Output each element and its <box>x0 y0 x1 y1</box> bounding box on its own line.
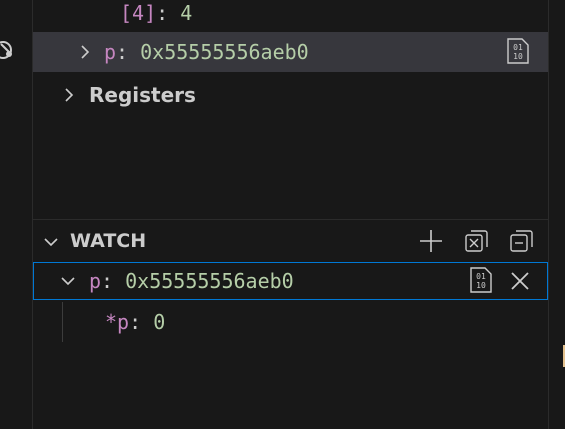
watch-expression-value: 0x55555556aeb0 <box>125 269 294 293</box>
variable-separator: : <box>156 1 181 25</box>
variable-value: 4 <box>180 1 193 25</box>
run-debug-icon[interactable] <box>0 38 14 62</box>
registers-row[interactable]: Registers <box>33 76 548 114</box>
variable-row-index-4[interactable]: [4]: 4 <box>120 0 192 26</box>
editor-edge <box>548 0 565 429</box>
section-divider <box>33 219 548 220</box>
binary-view-icon[interactable]: 01 10 <box>506 38 530 64</box>
chevron-down-icon[interactable] <box>43 234 59 250</box>
collapse-all-icon[interactable] <box>464 228 490 254</box>
svg-text:10: 10 <box>513 52 523 61</box>
registers-label: Registers <box>89 83 196 107</box>
svg-text:01: 01 <box>513 43 523 52</box>
svg-text:01: 01 <box>476 272 486 281</box>
watch-expression-row[interactable]: p: 0x55555556aeb0 01 10 <box>33 262 548 300</box>
svg-text:10: 10 <box>476 281 486 290</box>
activity-bar <box>0 0 33 429</box>
watch-section-header[interactable]: WATCH <box>33 222 548 260</box>
variable-name: [4] <box>120 1 157 25</box>
variable-separator: : <box>116 40 141 64</box>
watch-child-row[interactable]: *p: 0 <box>33 302 548 342</box>
watch-expression-name: p <box>89 269 102 293</box>
binary-view-icon[interactable]: 01 10 <box>469 267 493 293</box>
variable-row-p[interactable]: p: 0x55555556aeb0 01 10 <box>33 32 548 72</box>
watch-child-value: 0 <box>153 310 166 334</box>
variable-name: p <box>104 40 117 64</box>
watch-child-label: *p: 0 <box>105 302 165 342</box>
debug-panel: [4]: 4 p: 0x55555556aeb0 01 10 Registers… <box>0 0 565 429</box>
remove-all-icon[interactable] <box>509 228 535 254</box>
watch-expression-separator: : <box>101 269 126 293</box>
variable-value: 0x55555556aeb0 <box>140 40 309 64</box>
add-expression-icon[interactable] <box>418 228 444 254</box>
watch-title: WATCH <box>70 230 147 252</box>
watch-child-name: *p <box>105 310 130 334</box>
indent-guide <box>62 302 63 342</box>
chevron-right-icon[interactable] <box>61 87 77 103</box>
variable-label: p: 0x55555556aeb0 <box>104 32 309 72</box>
chevron-right-icon[interactable] <box>77 44 93 60</box>
watch-expression-label: p: 0x55555556aeb0 <box>89 263 294 299</box>
watch-child-separator: : <box>129 310 154 334</box>
chevron-down-icon[interactable] <box>60 273 76 289</box>
close-icon[interactable] <box>508 269 532 293</box>
